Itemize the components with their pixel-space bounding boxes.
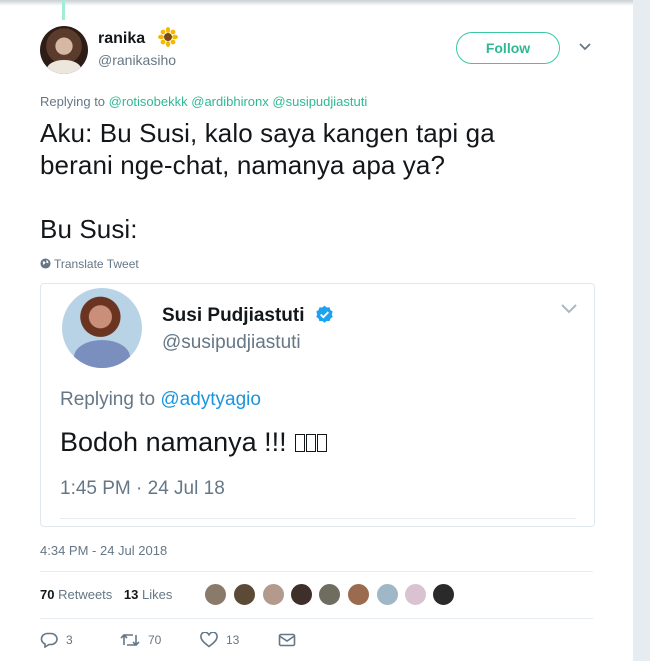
tweet-timestamp[interactable]: 4:34 PM - 24 Jul 2018 (40, 543, 167, 558)
mention-link[interactable]: @ardibhironx (191, 94, 269, 109)
tweet-text-line: Aku: Bu Susi, kalo saya kangen tapi ga (40, 118, 495, 148)
likes-label: Likes (142, 587, 173, 602)
reply-action[interactable]: 3 (40, 632, 73, 649)
quoted-author-handle[interactable]: @susipudjiastuti (162, 332, 301, 354)
like-count: 13 (226, 633, 240, 647)
quoted-tweet[interactable]: Susi Pudjiastuti @susipudjiastuti Replyi… (40, 283, 595, 527)
liker-avatar[interactable] (262, 583, 285, 606)
liker-avatar[interactable] (318, 583, 341, 606)
mention-link[interactable]: @rotisobekkk (109, 94, 188, 109)
liker-avatar[interactable] (233, 583, 256, 606)
quoted-divider (60, 518, 576, 519)
liker-avatar[interactable] (404, 583, 427, 606)
retweets-count: 70 (40, 587, 55, 602)
replying-to-label: Replying to (40, 94, 106, 109)
chevron-down-icon[interactable] (560, 303, 578, 315)
author-name[interactable]: ranika (98, 30, 145, 48)
likes-stat[interactable]: 13 Likes (124, 587, 172, 602)
translate-tweet-link[interactable]: Translate Tweet (40, 257, 139, 271)
missing-glyph-icon (295, 434, 306, 452)
liker-avatar[interactable] (347, 583, 370, 606)
divider (40, 618, 593, 619)
top-fade (0, 0, 633, 6)
quoted-author-name[interactable]: Susi Pudjiastuti (162, 305, 305, 327)
missing-glyph-icon (306, 434, 317, 452)
liker-avatar[interactable] (290, 583, 313, 606)
mention-link[interactable]: @susipudjiastuti (272, 94, 367, 109)
translate-label[interactable]: Translate Tweet (54, 257, 139, 271)
liker-avatar[interactable] (376, 583, 399, 606)
like-action[interactable]: 13 (200, 631, 240, 648)
follow-button[interactable]: Follow (456, 32, 560, 64)
envelope-icon (278, 633, 296, 647)
author-handle[interactable]: @ranikasiho (98, 52, 176, 68)
tweet-text: Aku: Bu Susi, kalo saya kangen tapi ga b… (40, 117, 600, 245)
quoted-replying-to: Replying to @adytyagio (60, 389, 261, 411)
direct-message-action[interactable] (278, 632, 304, 648)
tweet-text-line: Bu Susi: (40, 214, 138, 244)
page-scrollbar[interactable] (633, 0, 650, 661)
liker-avatar[interactable] (204, 583, 227, 606)
replying-to: Replying to @rotisobekkk @ardibhironx @s… (40, 94, 367, 109)
verified-badge-icon (316, 305, 333, 323)
liker-avatar[interactable] (432, 583, 455, 606)
thread-line (62, 0, 65, 20)
missing-glyph-icon (317, 434, 328, 452)
tweet-text-line: berani nge-chat, namanya apa ya? (40, 150, 446, 180)
retweet-count: 70 (148, 633, 162, 647)
retweet-icon (120, 633, 140, 647)
replying-to-label: Replying to (60, 389, 156, 410)
quoted-tweet-text-content: Bodoh namanya !!! (60, 427, 287, 457)
retweet-action[interactable]: 70 (120, 632, 161, 648)
quoted-tweet-text: Bodoh namanya !!! (60, 427, 328, 458)
tweet-stats: 70 Retweets 13 Likes (40, 587, 172, 602)
heart-icon (200, 631, 218, 648)
quoted-tweet-time[interactable]: 1:45 PM · 24 Jul 18 (60, 478, 225, 500)
retweets-stat[interactable]: 70 Retweets (40, 587, 112, 602)
likes-count: 13 (123, 587, 139, 602)
chevron-down-icon[interactable] (578, 42, 592, 52)
author-avatar[interactable] (40, 26, 88, 74)
divider (40, 571, 593, 572)
reply-count: 3 (66, 633, 73, 647)
sunflower-icon (158, 27, 178, 47)
reply-icon (40, 632, 58, 649)
mention-link[interactable]: @adytyagio (160, 389, 261, 410)
quoted-author-avatar[interactable] (62, 288, 142, 368)
retweets-label: Retweets (58, 587, 113, 602)
tweet-card: ranika @ranikasiho Follow Replying to @r… (0, 0, 634, 661)
globe-icon (40, 258, 51, 269)
